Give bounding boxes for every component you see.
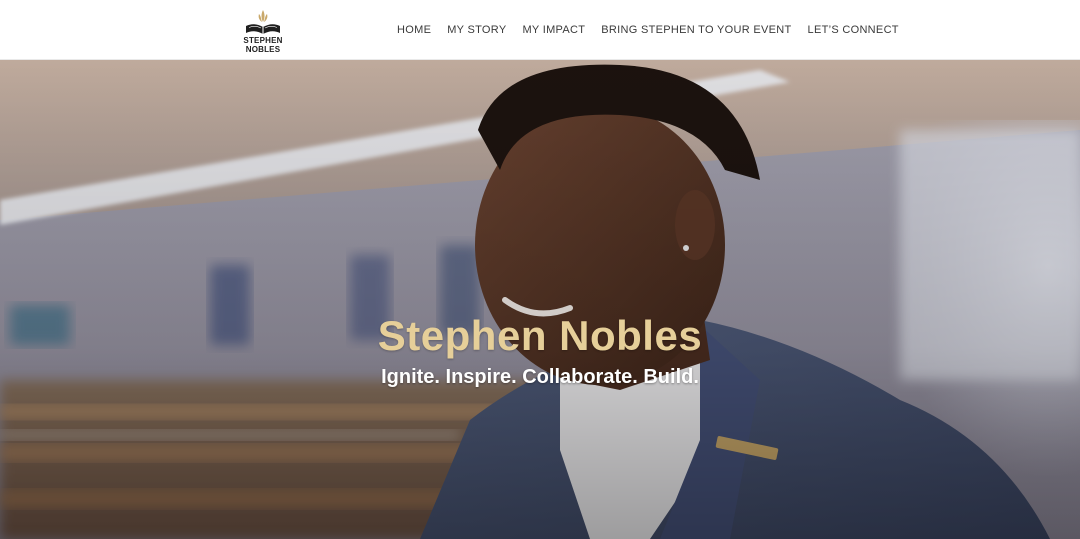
hero-subtitle: Ignite. Inspire. Collaborate. Build. (381, 366, 699, 388)
open-book-icon (246, 10, 280, 34)
hero-section: Stephen Nobles Ignite. Inspire. Collabor… (0, 60, 1080, 539)
nav-item-home: HOME (389, 0, 439, 60)
site-header: STEPHEN NOBLES HOME MY STORY MY IMPACT B… (0, 0, 1080, 60)
nav-link-my-impact[interactable]: MY IMPACT (514, 0, 593, 60)
nav-link-home[interactable]: HOME (389, 0, 439, 60)
nav-link-lets-connect[interactable]: LET’S CONNECT (800, 0, 907, 60)
site-logo[interactable]: STEPHEN NOBLES (240, 8, 286, 54)
page: STEPHEN NOBLES HOME MY STORY MY IMPACT B… (0, 0, 1080, 539)
nav-item-my-story: MY STORY (439, 0, 514, 60)
nav-link-bring-stephen[interactable]: BRING STEPHEN TO YOUR EVENT (593, 0, 799, 60)
nav-item-my-impact: MY IMPACT (514, 0, 593, 60)
nav-link-my-story[interactable]: MY STORY (439, 0, 514, 60)
hero-background-photo (0, 60, 1080, 539)
logo-text-line2: NOBLES (245, 45, 281, 54)
nav-item-bring-stephen: BRING STEPHEN TO YOUR EVENT (593, 0, 799, 60)
hero-title: Stephen Nobles (377, 312, 703, 359)
nav-list: HOME MY STORY MY IMPACT BRING STEPHEN TO… (389, 0, 907, 60)
logo-text-line1: STEPHEN (243, 36, 283, 45)
nav-item-lets-connect: LET’S CONNECT (800, 0, 907, 60)
